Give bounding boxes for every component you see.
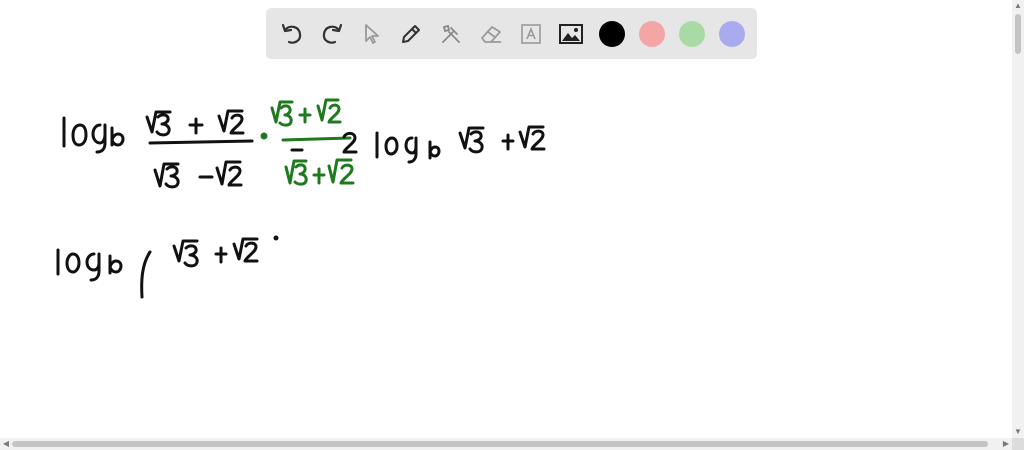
vertical-scroll-thumb[interactable] xyxy=(1015,14,1021,54)
handwriting-2-log-b xyxy=(342,125,546,164)
horizontal-scroll-thumb[interactable] xyxy=(12,441,988,447)
scroll-right-arrow[interactable]: ▶ xyxy=(1000,438,1012,450)
image-icon xyxy=(559,24,583,44)
image-button[interactable] xyxy=(556,19,586,49)
text-button[interactable] xyxy=(516,19,546,49)
handwriting-green-fraction xyxy=(260,98,355,186)
color-lavender-swatch[interactable] xyxy=(719,21,745,47)
color-black-swatch[interactable] xyxy=(599,21,625,47)
drawing-toolbar xyxy=(266,8,757,59)
handwriting-numerator xyxy=(145,109,245,137)
eraser-icon xyxy=(481,26,501,43)
tools-icon xyxy=(442,24,460,43)
select-pointer-icon xyxy=(365,24,379,44)
color-green-swatch[interactable] xyxy=(679,21,705,47)
handwriting-log-b-1 xyxy=(62,116,125,154)
eraser-button[interactable] xyxy=(476,19,506,49)
scroll-up-arrow[interactable]: ▲ xyxy=(1012,0,1024,12)
text-icon xyxy=(521,24,541,44)
horizontal-scrollbar[interactable]: ◀ ▶ xyxy=(0,438,1012,450)
color-pink-swatch[interactable] xyxy=(639,21,665,47)
redo-button[interactable] xyxy=(317,19,347,49)
select-button[interactable] xyxy=(357,19,387,49)
undo-icon xyxy=(281,23,302,44)
scroll-left-arrow[interactable]: ◀ xyxy=(0,438,12,450)
pen-icon xyxy=(402,25,420,43)
drawing-canvas[interactable] xyxy=(0,0,1012,438)
fraction-bar xyxy=(148,139,254,145)
redo-icon xyxy=(322,23,343,44)
undo-button[interactable] xyxy=(277,19,307,49)
scroll-down-arrow[interactable]: ▼ xyxy=(1012,426,1024,438)
pen-button[interactable] xyxy=(396,19,426,49)
tools-button[interactable] xyxy=(436,19,466,49)
handwriting-denominator xyxy=(153,160,243,189)
handwriting-log-b-2 xyxy=(56,235,279,299)
vertical-scrollbar[interactable]: ▲ ▼ xyxy=(1012,0,1024,438)
scrollbar-corner xyxy=(1012,438,1024,450)
